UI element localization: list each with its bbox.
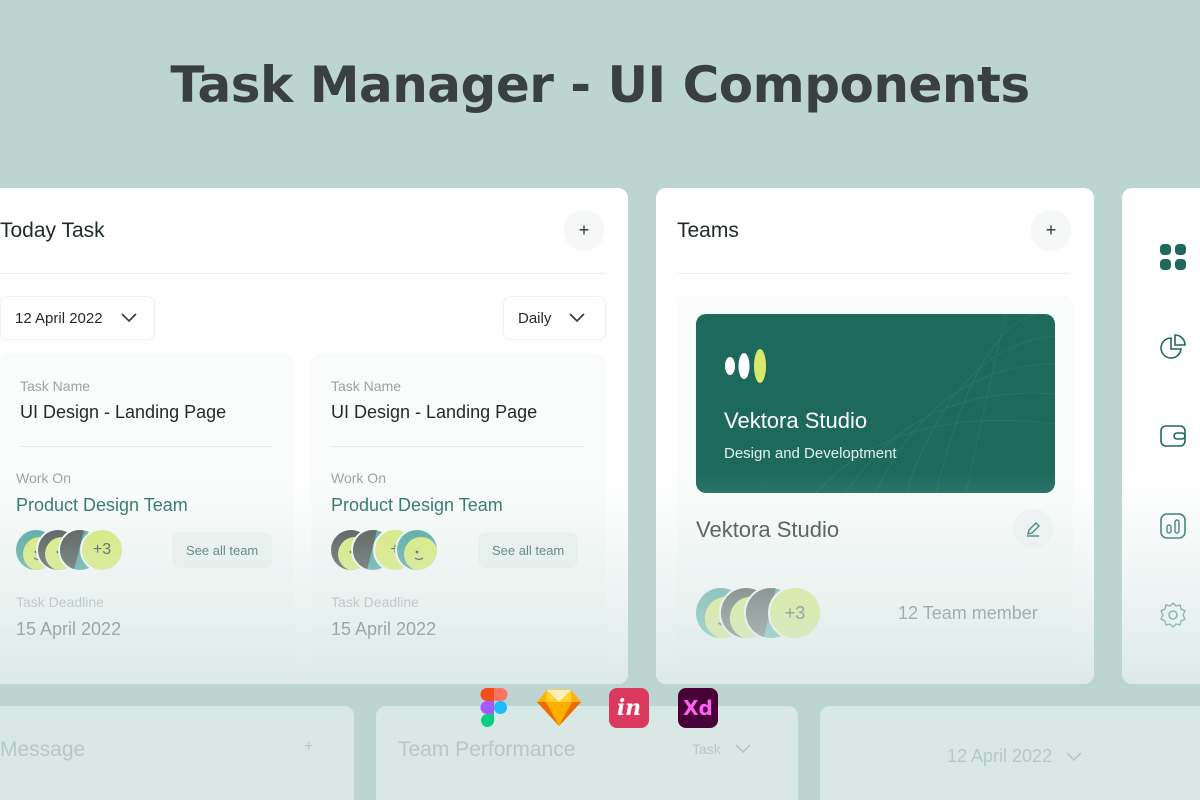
divider xyxy=(20,446,273,447)
more-members-badge[interactable]: +3 xyxy=(80,528,124,572)
wallet-icon[interactable] xyxy=(1159,422,1187,450)
divider xyxy=(331,446,584,447)
add-team-button[interactable]: + xyxy=(1031,210,1071,250)
chevron-down-icon xyxy=(121,313,137,323)
deadline: 15 April 2022 xyxy=(331,619,437,639)
task-name: UI Design - Landing Page xyxy=(331,402,538,422)
team-name: Product Design Team xyxy=(16,495,188,515)
banner-studio-name: Vektora Studio xyxy=(724,408,868,433)
deadline: 15 April 2022 xyxy=(16,619,122,639)
bar-chart-icon[interactable] xyxy=(1159,512,1187,540)
divider xyxy=(677,273,1070,274)
pencil-icon xyxy=(1027,522,1040,537)
today-task-card: Today Task + 12 April 2022 Daily Task Na… xyxy=(0,188,628,684)
sidebar-card xyxy=(1122,188,1200,684)
teams-title: Teams xyxy=(677,219,739,242)
calendar-date-select[interactable]: 12 April 2022 xyxy=(947,746,1082,767)
sketch-icon xyxy=(537,688,581,728)
task-name: UI Design - Landing Page xyxy=(20,402,227,422)
team-avatars: +3 xyxy=(14,528,126,572)
message-card: Message + xyxy=(0,706,354,800)
team-avatars: +3 xyxy=(694,586,824,640)
chevron-down-icon xyxy=(569,313,585,323)
add-task-button[interactable]: + xyxy=(564,210,604,250)
fade-overlay xyxy=(1122,474,1200,684)
chevron-down-icon xyxy=(1066,751,1082,761)
xd-icon: Xd xyxy=(678,688,718,728)
calendar-card: 12 April 2022 xyxy=(820,706,1200,800)
team-performance-title: Team Performance xyxy=(398,738,576,761)
hero-title: Task Manager - UI Components xyxy=(170,56,1030,114)
period-select[interactable]: Daily xyxy=(503,296,606,340)
figma-icon xyxy=(474,688,514,728)
chevron-down-icon xyxy=(735,744,751,754)
pie-chart-icon[interactable] xyxy=(1159,333,1187,361)
see-all-team-button[interactable]: See all team xyxy=(172,532,273,568)
work-on-label: Work On xyxy=(16,470,71,486)
invision-icon: in xyxy=(609,688,649,728)
studio-name: Vektora Studio xyxy=(696,517,840,542)
studio-logo-icon xyxy=(725,349,766,383)
task-name-label: Task Name xyxy=(331,378,402,394)
team-performance-card: Team Performance Task xyxy=(376,706,798,800)
performance-select[interactable]: Task xyxy=(692,741,751,757)
task-card[interactable]: Task Name UI Design - Landing Page Work … xyxy=(0,354,294,684)
today-task-title: Today Task xyxy=(0,219,105,242)
studio-banner[interactable]: Vektora Studio Design and Developtment xyxy=(696,314,1055,493)
team-name: Product Design Team xyxy=(331,495,503,515)
grid-icon[interactable] xyxy=(1159,243,1187,271)
team-avatars: + xyxy=(329,528,441,572)
work-on-label: Work On xyxy=(331,470,386,486)
avatar xyxy=(395,528,439,572)
member-count: 12 Team member xyxy=(898,603,1038,623)
divider xyxy=(0,273,606,274)
teams-card: Teams + Vektora Studio Design and Develo… xyxy=(656,188,1094,684)
wave-pattern xyxy=(815,314,1055,493)
deadline-label: Task Deadline xyxy=(16,594,104,610)
see-all-team-button[interactable]: See all team xyxy=(478,532,579,568)
add-message-button[interactable]: + xyxy=(304,738,313,756)
calendar-date: 12 April 2022 xyxy=(947,746,1053,766)
date-select-value: 12 April 2022 xyxy=(15,309,103,327)
more-members-badge[interactable]: +3 xyxy=(768,586,822,640)
task-name-label: Task Name xyxy=(20,378,91,394)
settings-icon[interactable] xyxy=(1159,601,1187,629)
deadline-label: Task Deadline xyxy=(331,594,419,610)
message-title: Message xyxy=(0,738,86,761)
date-select[interactable]: 12 April 2022 xyxy=(0,296,155,340)
xd-logo-text: Xd xyxy=(683,696,713,720)
banner-studio-subtitle: Design and Developtment xyxy=(724,445,897,462)
performance-select-value: Task xyxy=(692,741,721,757)
invision-logo-text: in xyxy=(616,695,642,721)
period-select-value: Daily xyxy=(518,309,552,327)
task-card[interactable]: Task Name UI Design - Landing Page Work … xyxy=(311,354,606,684)
edit-button[interactable] xyxy=(1013,509,1053,549)
